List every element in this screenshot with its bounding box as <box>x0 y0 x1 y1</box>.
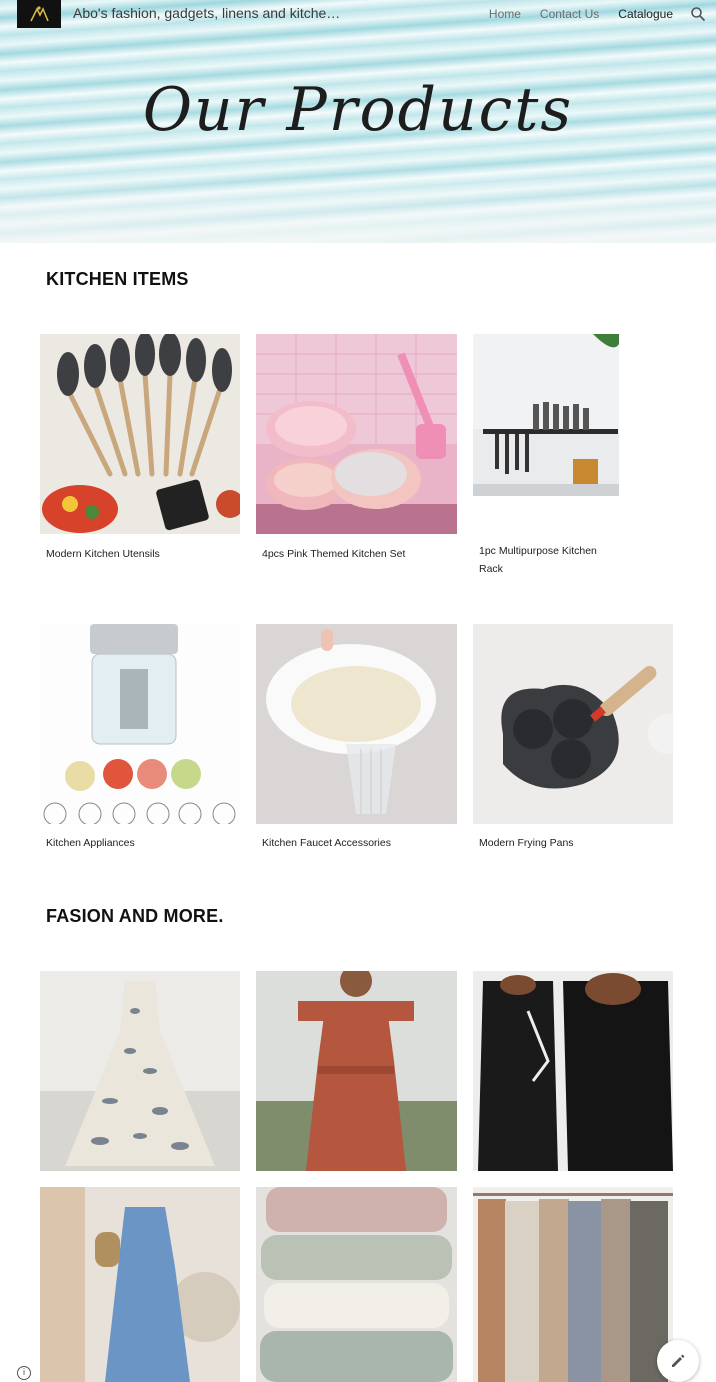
fashion-image-denim-dress[interactable] <box>40 1187 240 1382</box>
product-caption: 4pcs Pink Themed Kitchen Set <box>262 548 406 560</box>
product-image-pink-set[interactable] <box>256 334 457 534</box>
product-image-faucet-accessories[interactable] <box>256 624 457 824</box>
product-image-utensils[interactable] <box>40 334 240 534</box>
nav-catalogue[interactable]: Catalogue <box>618 7 673 21</box>
fashion-image-floral-dress[interactable] <box>40 971 240 1171</box>
page-title: Our Products <box>142 75 574 145</box>
hero-banner: Our Products <box>0 0 716 243</box>
fashion-image-black-dresses[interactable] <box>473 971 673 1171</box>
product-caption: Modern Frying Pans <box>479 837 574 849</box>
product-image-kitchen-rack[interactable] <box>473 334 619 532</box>
section-title-kitchen: KITCHEN ITEMS <box>46 269 189 289</box>
product-image-frying-pans[interactable] <box>473 624 673 824</box>
nav-contact-us[interactable]: Contact Us <box>540 7 599 21</box>
section-title-fashion: FASION AND MORE. <box>46 906 224 926</box>
fashion-image-linens[interactable] <box>256 1187 457 1382</box>
product-image-appliances[interactable] <box>40 624 240 824</box>
product-caption: Kitchen Faucet Accessories <box>262 837 391 849</box>
site-title[interactable]: Abo's fashion, gadgets, linens and kitch… <box>73 5 340 21</box>
product-caption: 1pc Multipurpose Kitchen Rack <box>479 545 597 575</box>
fashion-image-clothing-rack[interactable] <box>473 1187 673 1382</box>
product-caption: Modern Kitchen Utensils <box>46 548 160 560</box>
product-caption: Kitchen Appliances <box>46 837 135 849</box>
nav-home[interactable]: Home <box>489 7 521 21</box>
fashion-image-rust-dress[interactable] <box>256 971 457 1171</box>
top-nav: Home Contact Us Catalogue <box>489 7 673 21</box>
search-icon[interactable] <box>690 6 706 22</box>
logo-mark-icon <box>30 6 49 22</box>
edit-button[interactable] <box>657 1340 699 1382</box>
site-logo[interactable] <box>17 0 61 28</box>
edit-pencil-icon <box>672 1354 685 1367</box>
info-icon[interactable]: i <box>17 1366 31 1380</box>
